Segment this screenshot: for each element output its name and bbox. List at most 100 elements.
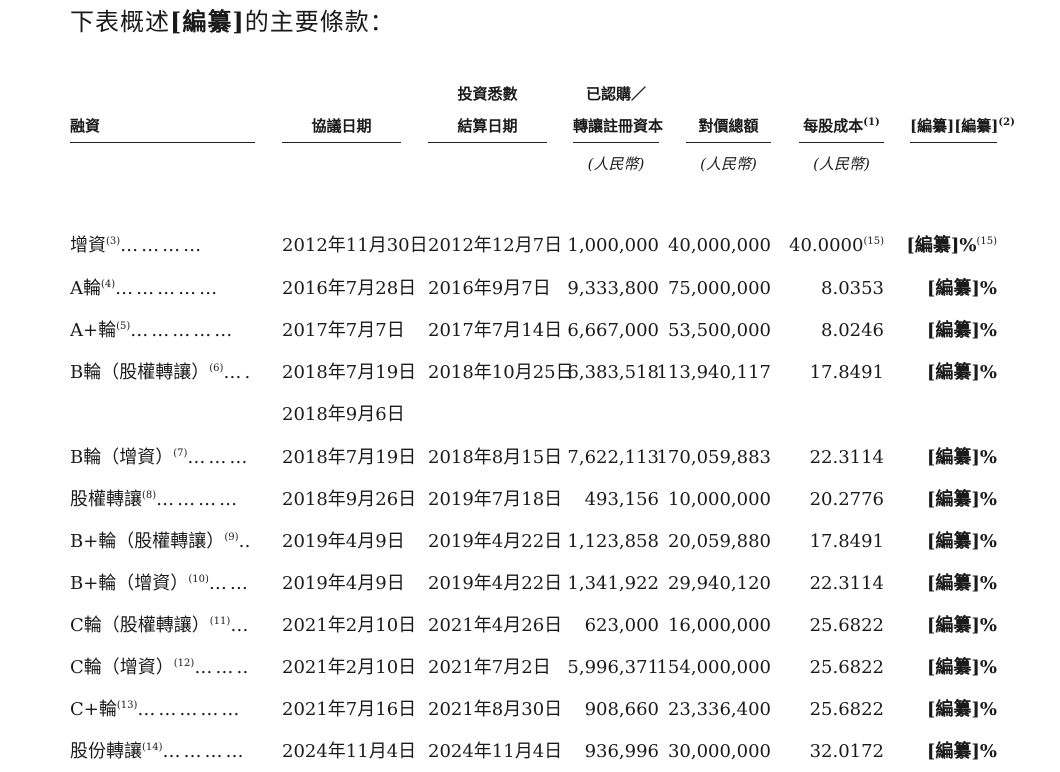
row-cost: 25.6822: [810, 614, 884, 638]
row-pct: [編纂]%: [927, 277, 997, 301]
row-pct-text: [編纂]%: [926, 489, 997, 510]
row-agreement-date: 2018年7月19日: [282, 446, 416, 470]
row-cost: 22.3114: [810, 446, 884, 470]
row-consideration: 20,059,880: [668, 530, 771, 554]
row-cost-text: 25.6822: [809, 615, 884, 636]
intro-text: 下表概述[編纂]的主要條款：: [70, 2, 395, 37]
unit-capital: (人民幣): [587, 155, 645, 173]
row-settlement-date: 2017年7月14日: [428, 319, 562, 343]
row-cost-note: (15): [863, 236, 884, 247]
row-leader-dots: ………: [187, 447, 250, 468]
row-capital: 1,123,858: [567, 530, 659, 554]
row-consideration-text: 113,940,117: [656, 362, 771, 383]
row-settlement-date: 2021年8月30日: [428, 698, 562, 722]
row-settlement-date-text: 2021年8月30日: [428, 699, 563, 720]
row-name: 股份轉讓: [70, 741, 142, 762]
header-settlement-line2: 結算日期: [457, 117, 518, 135]
row-cost: 8.0246: [821, 319, 884, 343]
row-settlement-date: 2012年12月7日: [428, 234, 562, 258]
row-financing: B輪（增資）(7)………: [70, 446, 250, 470]
header-cost-note: (1): [863, 117, 880, 128]
header-redacted: [編纂][編纂](2): [910, 112, 1015, 140]
row-capital: 908,660: [585, 698, 659, 722]
row-agreement-date: 2019年4月9日: [282, 530, 405, 554]
row-consideration: 23,336,400: [668, 698, 771, 722]
row-consideration-text: 75,000,000: [667, 278, 771, 299]
header-rule-consideration: [686, 142, 771, 143]
row-cost: 40.0000(15): [789, 234, 884, 258]
header-consideration: 對價總額: [686, 112, 771, 140]
row-note: (11): [209, 616, 231, 627]
row-capital-text: 936,996: [584, 741, 659, 762]
unit-consideration: (人民幣): [700, 155, 757, 173]
header-capital-line1: 已認購／: [585, 85, 646, 103]
row-capital-text: 493,156: [584, 489, 659, 510]
row-note: (12): [173, 658, 195, 669]
row-agreement-date: 2021年7月16日: [282, 698, 416, 722]
row-pct-note: (15): [976, 236, 997, 247]
header-financing: 融資: [70, 112, 100, 140]
row-agreement-date-2: 2018年9月6日: [282, 403, 405, 427]
row-note: (10): [188, 574, 209, 585]
row-capital-text: 9,333,800: [567, 278, 659, 299]
row-leader-dots: ……: [223, 362, 250, 383]
row-cost-text: 8.0246: [821, 320, 884, 341]
row-capital: 9,333,800: [567, 277, 659, 301]
row-pct: [編纂]%: [927, 656, 997, 680]
row-leader-dots: ……: [230, 615, 250, 636]
row-settlement-date-text: 2018年8月15日: [428, 447, 563, 468]
intro-suffix: 的主要條款：: [244, 8, 395, 36]
row-pct-text: [編纂]%: [926, 699, 997, 720]
row-name: 股權轉讓: [70, 489, 142, 510]
row-leader-dots: ………: [208, 573, 250, 594]
row-pct-text: [編纂]%: [926, 362, 997, 383]
row-cost-text: 20.2776: [809, 489, 884, 510]
row-name: C輪（增資）: [70, 657, 174, 678]
row-agreement-date-text: 2021年2月10日: [282, 615, 417, 636]
header-rule-financing: [70, 142, 255, 143]
row-agreement-date-text: 2024年11月4日: [282, 741, 417, 762]
row-consideration-text: 10,000,000: [667, 489, 771, 510]
row-settlement-date: 2021年7月2日: [428, 656, 551, 680]
row-note: (8): [142, 490, 157, 501]
row-cost-text: 22.3114: [809, 573, 884, 594]
row-note: (5): [116, 321, 131, 332]
row-consideration-text: 40,000,000: [667, 235, 771, 256]
header-redacted-label: [編纂][編纂]: [910, 117, 999, 135]
row-cost-text: 22.3114: [809, 447, 884, 468]
row-cost: 22.3114: [810, 572, 884, 596]
row-capital: 623,000: [585, 614, 659, 638]
header-rule-capital: [573, 142, 659, 143]
row-cost-text: 17.8491: [809, 531, 884, 552]
row-consideration-text: 20,059,880: [667, 531, 771, 552]
row-capital: 1,341,922: [567, 572, 659, 596]
row-pct-text: [編纂]%: [906, 235, 977, 256]
row-agreement-date-text: 2021年7月16日: [282, 699, 417, 720]
row-agreement-date-text: 2019年4月9日: [282, 573, 405, 594]
row-capital-text: 908,660: [584, 699, 659, 720]
row-financing: 股權轉讓(8)…………: [70, 488, 250, 512]
row-name: 增資: [70, 235, 106, 256]
row-pct: [編纂]%: [927, 319, 997, 343]
row-pct: [編纂]%: [927, 488, 997, 512]
row-name: C+輪: [70, 699, 117, 720]
row-name: B+輪（股權轉讓）: [70, 531, 225, 552]
row-agreement-date: 2019年4月9日: [282, 572, 405, 596]
intro-redacted: [編纂]: [170, 7, 245, 36]
row-settlement-date-text: 2012年12月7日: [428, 235, 563, 256]
row-capital-text: 7,622,113: [567, 447, 659, 468]
row-name: A輪: [70, 278, 101, 299]
row-consideration-text: 29,940,120: [667, 573, 771, 594]
row-settlement-date-text: 2019年7月18日: [428, 489, 563, 510]
row-consideration: 75,000,000: [668, 277, 771, 301]
row-agreement-date: 2024年11月4日: [282, 740, 416, 764]
row-name: B輪（增資）: [70, 447, 174, 468]
row-agreement-date-text: 2019年4月9日: [282, 531, 405, 552]
row-agreement-date: 2017年7月7日: [282, 319, 405, 343]
row-pct: [編纂]%: [927, 530, 997, 554]
row-capital-text: 1,123,858: [567, 531, 659, 552]
row-pct: [編纂]%: [927, 361, 997, 385]
row-agreement-date2-text: 2018年9月6日: [282, 404, 405, 425]
row-capital-text: 1,341,922: [567, 573, 659, 594]
header-agreement-date: 協議日期: [282, 112, 401, 140]
